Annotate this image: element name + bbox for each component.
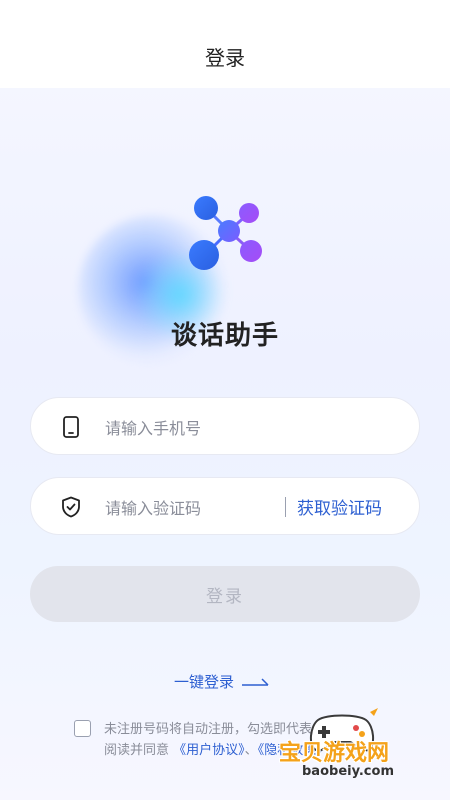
phone-icon [63, 416, 79, 438]
code-input[interactable] [103, 492, 287, 524]
agreement-separator: 、 [244, 743, 258, 758]
watermark-url: baobeiy.com [302, 764, 394, 779]
shield-check-icon [62, 496, 80, 518]
phone-input[interactable] [103, 412, 287, 444]
one-click-login-link[interactable]: 一键登录 [174, 671, 270, 692]
field-divider [285, 497, 286, 517]
agreement-prefix: 阅读并同意 [104, 743, 170, 758]
user-agreement-link[interactable]: 《用户协议》 [173, 743, 245, 758]
page-title: 登录 [205, 46, 245, 70]
phone-field[interactable] [30, 397, 420, 455]
get-code-button[interactable]: 获取验证码 [297, 494, 382, 519]
agreement-checkbox[interactable] [74, 720, 91, 737]
header-bar: 登录 [0, 0, 450, 88]
arrow-right-icon [242, 677, 269, 686]
one-click-login-label: 一键登录 [174, 673, 235, 691]
app-logo-icon [189, 196, 262, 270]
login-button[interactable]: 登录 [30, 566, 420, 622]
watermark-text: 宝贝游戏网 [279, 741, 390, 766]
app-name: 谈话助手 [170, 321, 279, 351]
code-field[interactable]: 获取验证码 [30, 477, 420, 535]
